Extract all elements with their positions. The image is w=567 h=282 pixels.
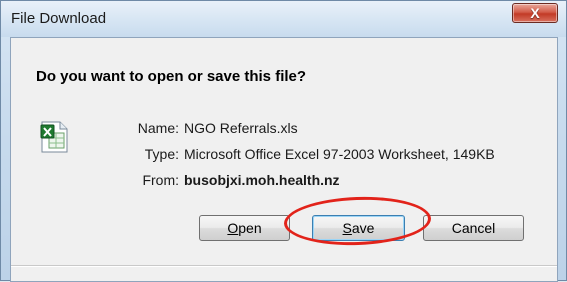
excel-file-icon xyxy=(40,121,68,153)
close-icon: X xyxy=(530,5,540,21)
title-bar[interactable]: File Download X xyxy=(1,1,566,37)
window-title: File Download xyxy=(11,10,107,27)
from-label: From: xyxy=(142,172,179,188)
file-source-value: busobjxi.moh.health.nz xyxy=(184,172,340,188)
button-divider xyxy=(11,265,557,266)
open-label: pen xyxy=(238,220,262,236)
type-label: Type: xyxy=(144,146,179,162)
name-label: Name: xyxy=(137,120,179,136)
file-download-dialog: File Download X Do you want to open or s… xyxy=(0,0,567,282)
cancel-button[interactable]: Cancel xyxy=(423,215,524,241)
dialog-body: Do you want to open or save this file? N… xyxy=(10,37,558,282)
open-mnemonic: O xyxy=(227,220,239,236)
close-button[interactable]: X xyxy=(512,3,558,23)
file-type-value: Microsoft Office Excel 97-2003 Worksheet… xyxy=(184,146,495,162)
open-button[interactable]: Open xyxy=(199,215,290,241)
dialog-heading: Do you want to open or save this file? xyxy=(36,68,307,85)
file-name-value: NGO Referrals.xls xyxy=(184,120,298,136)
